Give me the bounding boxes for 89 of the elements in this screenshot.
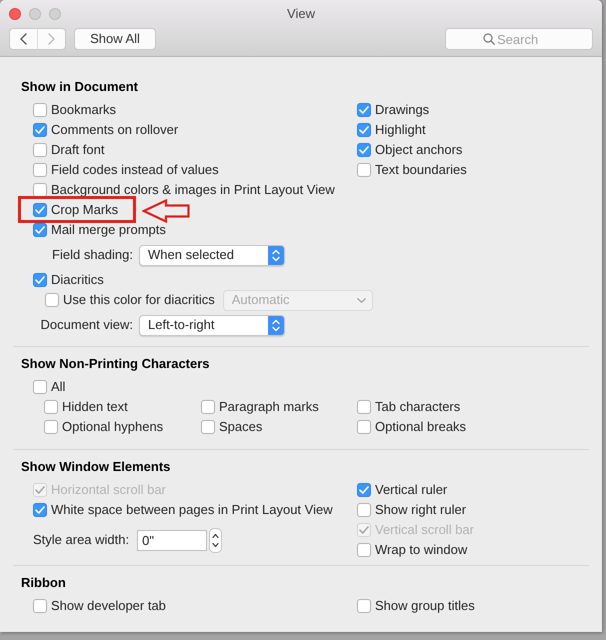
section-heading: Ribbon	[20, 575, 67, 591]
checkbox[interactable]	[44, 400, 58, 414]
checkbox[interactable]	[357, 483, 371, 497]
checkbox[interactable]	[357, 163, 371, 177]
checkbox-label: Drawings	[375, 102, 430, 118]
checkbox[interactable]	[357, 123, 371, 137]
checkbox-label: Diacritics	[51, 272, 104, 288]
checkbox-label: Hidden text	[62, 399, 128, 415]
checkbox-label: Use this color for diacritics	[63, 292, 215, 308]
checkbox-label: Optional hyphens	[62, 419, 164, 435]
checkbox-label: Optional breaks	[375, 419, 466, 435]
section-heading: Show Non-Printing Characters	[20, 356, 211, 372]
checkbox-label: Vertical ruler	[375, 482, 448, 498]
chevron-down-icon	[356, 298, 366, 302]
checkbox-label: Show right ruler	[375, 502, 466, 518]
checkbox[interactable]	[357, 599, 371, 613]
checkbox[interactable]	[44, 420, 58, 434]
section-heading: Show Window Elements	[20, 459, 172, 475]
checkbox[interactable]	[33, 103, 47, 117]
checkbox-label: Vertical scroll bar	[375, 522, 474, 538]
checkmark-icon	[359, 486, 369, 494]
checkmark-icon	[359, 106, 369, 114]
checkbox-label: Tab characters	[375, 399, 460, 415]
checkbox-label: Mail merge prompts	[51, 222, 166, 238]
checkmark-icon	[35, 506, 45, 514]
field-label: Field shading:	[51, 247, 133, 263]
checkbox[interactable]	[357, 503, 371, 517]
show-all-button[interactable]: Show All	[74, 28, 156, 50]
checkbox[interactable]	[357, 103, 371, 117]
checkmark-icon	[359, 526, 369, 534]
checkbox[interactable]	[201, 420, 215, 434]
checkbox[interactable]	[33, 203, 47, 217]
checkmark-icon	[35, 276, 45, 284]
checkbox-label: Draft font	[51, 142, 104, 158]
dropdown[interactable]: When selected	[139, 244, 285, 266]
updown-chevron-icon	[268, 246, 284, 264]
checkbox[interactable]	[357, 543, 371, 557]
checkbox-label: Wrap to window	[375, 542, 468, 558]
number-field[interactable]: 0"	[137, 530, 208, 550]
checkbox-label: Highlight	[375, 122, 426, 138]
search-field[interactable]: Search	[445, 28, 593, 50]
checkbox[interactable]	[45, 293, 59, 307]
checkmark-icon	[35, 126, 45, 134]
checkbox[interactable]	[357, 400, 371, 414]
section-heading: Show in Document	[20, 79, 139, 95]
field-label: Document view:	[40, 317, 133, 333]
checkmark-icon	[35, 206, 45, 214]
checkmark-icon	[35, 226, 45, 234]
field-label: Style area width:	[33, 532, 130, 548]
checkbox-label: Show group titles	[375, 598, 475, 614]
checkbox[interactable]	[33, 503, 47, 517]
checkbox-label: All	[51, 379, 66, 395]
updown-chevron-icon	[212, 532, 220, 548]
checkbox-label: Background colors & images in Print Layout View	[51, 182, 335, 198]
back-button[interactable]	[9, 28, 38, 50]
window-title: View	[287, 6, 315, 22]
checkbox-label: Paragraph marks	[219, 399, 319, 415]
checkbox-label: Bookmarks	[51, 102, 116, 118]
checkbox[interactable]	[33, 273, 47, 287]
chevron-right-icon	[48, 33, 55, 45]
checkbox[interactable]	[33, 163, 47, 177]
checkbox-label: Object anchors	[375, 142, 462, 158]
search-icon	[483, 33, 495, 45]
checkbox-label: Crop Marks	[51, 202, 118, 218]
checkmark-icon	[359, 146, 369, 154]
checkbox-label: Show developer tab	[51, 598, 166, 614]
updown-chevron-icon	[268, 316, 284, 334]
checkbox-label: Text boundaries	[375, 162, 467, 178]
dropdown[interactable]: Left-to-right	[139, 314, 285, 336]
checkbox[interactable]	[33, 123, 47, 137]
checkbox-label: Comments on rollover	[51, 122, 178, 138]
checkbox[interactable]	[33, 183, 47, 197]
close-button[interactable]	[9, 8, 21, 20]
checkbox-label: Spaces	[219, 419, 262, 435]
checkbox[interactable]	[357, 143, 371, 157]
checkbox[interactable]	[33, 223, 47, 237]
chevron-left-icon	[20, 33, 27, 45]
checkbox-label: Field codes instead of values	[51, 162, 219, 178]
checkmark-icon	[35, 486, 45, 494]
checkbox[interactable]	[357, 420, 371, 434]
left-arrow-icon	[142, 199, 190, 223]
checkbox-label: White space between pages in Print Layout View	[51, 502, 333, 518]
checkbox[interactable]	[201, 400, 215, 414]
checkbox-label: Horizontal scroll bar	[51, 482, 166, 498]
checkmark-icon	[359, 126, 369, 134]
checkbox[interactable]	[33, 599, 47, 613]
checkbox[interactable]	[33, 380, 47, 394]
stepper-button[interactable]	[209, 528, 222, 552]
checkbox[interactable]	[33, 143, 47, 157]
